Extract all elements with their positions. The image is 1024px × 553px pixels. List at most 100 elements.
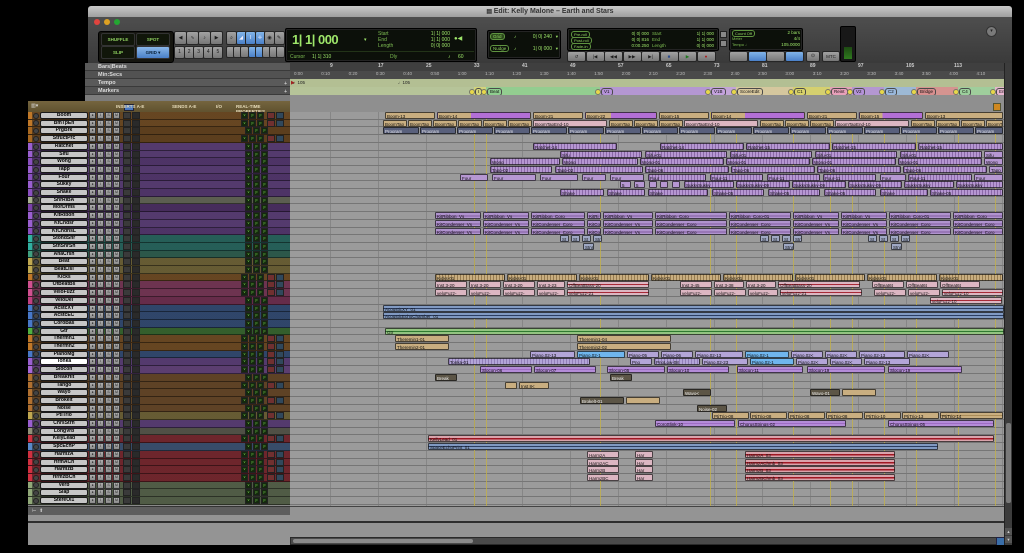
- clip-velofuzz-[interactable]: veloFuzz-: [874, 289, 906, 296]
- track-record-dot[interactable]: [33, 266, 39, 273]
- clip-inst-3-45[interactable]: Inst 3-45: [680, 281, 712, 288]
- track-mute-button[interactable]: M: [113, 389, 120, 396]
- clip-program[interactable]: Program: [790, 127, 826, 134]
- clip-sukkysukky-09[interactable]: SukkySukky-09: [736, 181, 790, 188]
- track-name-gtr[interactable]: Gtr: [40, 327, 88, 335]
- ruler-name-tempo[interactable]: Tempo +: [85, 79, 290, 87]
- track-input-button[interactable]: I: [97, 435, 104, 442]
- clip-inst-8-[interactable]: Inst 8<: [519, 382, 549, 389]
- online-button[interactable]: ↺: [567, 51, 586, 62]
- track-mute-button[interactable]: M: [113, 189, 120, 196]
- insert-slot[interactable]: [123, 189, 131, 196]
- track-solo-button[interactable]: S: [105, 112, 112, 119]
- track-solo-button[interactable]: S: [105, 212, 112, 219]
- track-name-mordrms[interactable]: MorDrms: [40, 204, 88, 211]
- io-led[interactable]: p: [253, 243, 260, 250]
- track-name-slocon[interactable]: Slocon: [40, 366, 88, 373]
- clip-sukkysukky[interactable]: SukkySukky: [684, 181, 734, 188]
- rtp-badge2[interactable]: [276, 112, 284, 119]
- io-led[interactable]: p: [261, 181, 268, 188]
- clip-program[interactable]: Program: [605, 127, 641, 134]
- io-led[interactable]: v: [245, 127, 252, 134]
- send-slot[interactable]: [132, 250, 140, 258]
- rtp-badge[interactable]: [267, 350, 275, 358]
- send-slot[interactable]: [132, 119, 140, 127]
- track-solo-button[interactable]: S: [105, 273, 112, 281]
- track-mute-button[interactable]: M: [113, 281, 120, 288]
- post-roll-checkbox[interactable]: [720, 40, 727, 47]
- track-record-dot[interactable]: [33, 382, 39, 388]
- clip-tapp-06[interactable]: Tapp-06: [817, 166, 901, 173]
- track-solo-button[interactable]: S: [105, 227, 112, 235]
- clip-shake-05[interactable]: Shake-05: [712, 189, 764, 196]
- track-solo-button[interactable]: S: [105, 397, 112, 404]
- clip-sifu-01[interactable]: Sifu-01: [815, 151, 897, 158]
- track-record-dot[interactable]: [33, 297, 39, 304]
- insert-slot[interactable]: [123, 404, 131, 412]
- lane-verb[interactable]: [290, 482, 1004, 489]
- insert-slot[interactable]: [123, 150, 131, 158]
- clip-program[interactable]: Program: [864, 127, 900, 134]
- rtp-badge[interactable]: [267, 381, 275, 389]
- clip-piano-02-13[interactable]: Piano.02-13: [695, 351, 743, 358]
- io-led[interactable]: p: [249, 397, 256, 404]
- track-mute-button[interactable]: M: [113, 135, 120, 142]
- main-counter[interactable]: 1| 1| 000: [292, 32, 339, 47]
- send-slot[interactable]: [132, 289, 140, 296]
- rtp-badge[interactable]: [267, 458, 275, 466]
- insert-slot[interactable]: [123, 481, 131, 489]
- track-mute-button[interactable]: M: [113, 220, 120, 227]
- send-slot[interactable]: [132, 389, 140, 396]
- clip-kitcondenser-coro[interactable]: KitCondenser_Coro: [729, 228, 791, 235]
- midi-merge-button[interactable]: [766, 51, 785, 62]
- io-led[interactable]: p: [253, 304, 260, 312]
- clip-piano-02-[interactable]: Piano.02<: [907, 351, 949, 358]
- count-off-button[interactable]: [747, 51, 767, 62]
- io-led[interactable]: v: [241, 112, 248, 119]
- track-name-wong[interactable]: Wong: [40, 158, 88, 165]
- io-led[interactable]: v: [245, 173, 252, 181]
- insert-slot[interactable]: [123, 204, 131, 211]
- clip-ratchet-15[interactable]: Ratchet-15: [832, 143, 916, 150]
- track-solo-button[interactable]: S: [105, 127, 112, 134]
- insert-slot[interactable]: [123, 389, 131, 396]
- tempo-event[interactable]: ♩105: [398, 80, 410, 85]
- lane-anacrsh[interactable]: [290, 251, 1004, 258]
- track-mute-button[interactable]: M: [113, 258, 120, 265]
- track-rec-button[interactable]: ●: [89, 474, 96, 481]
- clip-st[interactable]: St: [771, 235, 780, 242]
- clip-kitribbon-vs[interactable]: KitRibbon_Vs: [483, 212, 529, 219]
- clip-stnd[interactable]: Stnd: [901, 235, 910, 242]
- io-led[interactable]: v: [245, 389, 252, 396]
- track-solo-button[interactable]: S: [105, 320, 112, 327]
- track-rec-button[interactable]: ●: [89, 412, 96, 419]
- io-led[interactable]: p: [253, 327, 260, 335]
- send-slot[interactable]: [132, 281, 140, 288]
- io-led[interactable]: v: [241, 474, 248, 481]
- clip-kitcondenser-coro[interactable]: KitCondenser_Coro: [531, 228, 585, 235]
- clip-tapp-06[interactable]: Tapp-06: [645, 166, 729, 173]
- clip-wong-01[interactable]: Wong-01: [812, 158, 896, 165]
- clip-blank[interactable]: [660, 181, 668, 188]
- io-led[interactable]: p: [257, 412, 264, 419]
- clip-inst-3-20[interactable]: Inst 3-20: [435, 281, 467, 288]
- track-name-corobas[interactable]: CoroBas: [40, 320, 88, 327]
- send-slot[interactable]: [132, 135, 140, 142]
- track-solo-button[interactable]: S: [105, 312, 112, 319]
- track-rec-button[interactable]: ●: [89, 181, 96, 188]
- track-input-button[interactable]: I: [97, 273, 104, 281]
- clip-program[interactable]: Program: [420, 127, 456, 134]
- clip-5[interactable]: 5: [620, 181, 631, 188]
- clip-boomtap[interactable]: BoomTap: [659, 120, 683, 127]
- track-input-button[interactable]: I: [97, 119, 104, 127]
- track-mute-button[interactable]: M: [113, 350, 120, 358]
- insert-slot[interactable]: [123, 412, 131, 419]
- track-input-button[interactable]: I: [97, 335, 104, 342]
- lane-structprc[interactable]: [290, 135, 1004, 143]
- clip-kitcondenser-coro[interactable]: KitCondenser_Coro: [953, 220, 1003, 227]
- insert-slot[interactable]: [123, 420, 131, 427]
- clip-slocon-10[interactable]: Slocon-10: [667, 366, 729, 373]
- marker-C2[interactable]: C2: [885, 88, 897, 95]
- track-rec-button[interactable]: ●: [89, 443, 96, 450]
- clip-four-11[interactable]: Four-11: [710, 174, 763, 181]
